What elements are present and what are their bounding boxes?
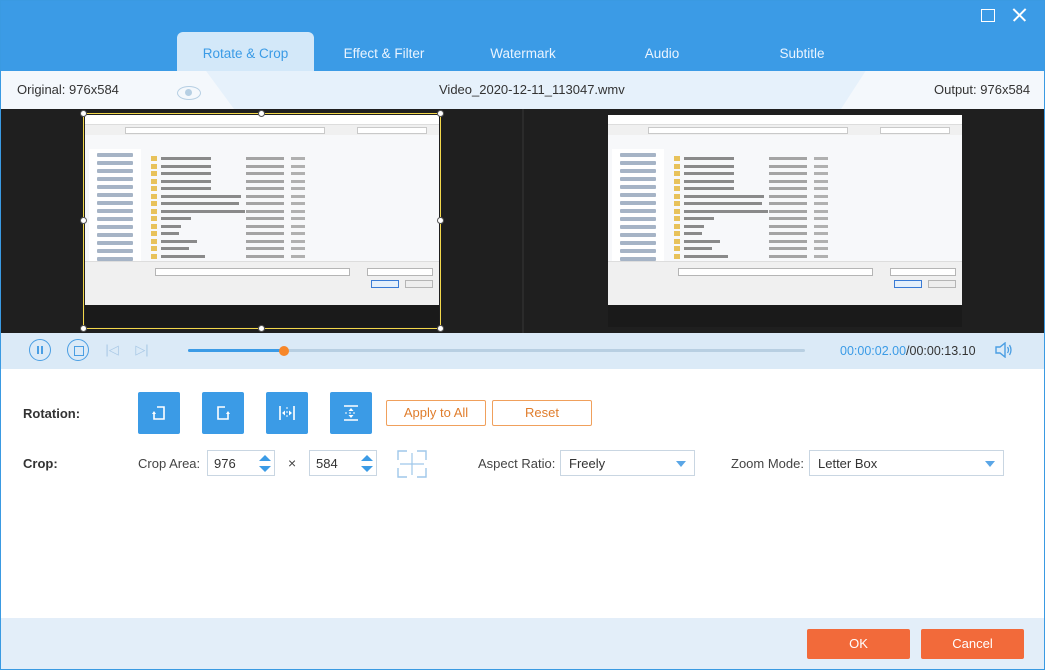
crop-handle[interactable] xyxy=(437,325,444,332)
original-size-label: Original: 976x584 xyxy=(17,82,119,97)
crop-handle[interactable] xyxy=(437,217,444,224)
crop-width-stepper[interactable]: 976 xyxy=(207,450,275,476)
tab-rotate-crop[interactable]: Rotate & Crop xyxy=(177,32,314,71)
pause-button[interactable] xyxy=(29,339,51,361)
zoom-mode-value: Letter Box xyxy=(818,456,878,471)
crop-label: Crop: xyxy=(23,456,58,471)
increment-icon[interactable] xyxy=(259,455,271,461)
flip-vertical-button[interactable] xyxy=(330,392,372,434)
stop-button[interactable] xyxy=(67,339,89,361)
decrement-icon[interactable] xyxy=(361,466,373,472)
aspect-ratio-value: Freely xyxy=(569,456,606,471)
cancel-button[interactable]: Cancel xyxy=(921,629,1024,659)
maximize-icon[interactable] xyxy=(977,5,999,25)
crop-height-value[interactable]: 584 xyxy=(316,456,338,471)
times-sign: × xyxy=(288,455,297,471)
header-bar: Rotate & Crop Effect & Filter Watermark … xyxy=(1,1,1044,71)
previous-frame-icon[interactable]: |◁ xyxy=(105,343,119,357)
apply-to-all-button[interactable]: Apply to All xyxy=(386,400,486,426)
output-size-label: Output: 976x584 xyxy=(934,82,1031,97)
flip-horizontal-button[interactable] xyxy=(266,392,308,434)
zoom-mode-label: Zoom Mode: xyxy=(731,456,804,471)
flip-horizontal-icon xyxy=(279,406,295,420)
increment-icon[interactable] xyxy=(361,455,373,461)
video-editor-window: Rotate & Crop Effect & Filter Watermark … xyxy=(0,0,1045,670)
ok-button[interactable]: OK xyxy=(807,629,910,659)
original-preview-pane xyxy=(1,109,522,333)
rotation-label: Rotation: xyxy=(23,406,81,421)
center-crop-icon[interactable] xyxy=(396,449,428,479)
chevron-down-icon xyxy=(676,461,686,467)
aspect-ratio-select[interactable]: Freely xyxy=(560,450,695,476)
crop-handle[interactable] xyxy=(80,217,87,224)
crop-handle[interactable] xyxy=(80,325,87,332)
playback-bar: |◁ ▷| 00:00:02.00/00:00:13.10 xyxy=(1,333,1044,369)
tab-watermark[interactable]: Watermark xyxy=(454,32,592,71)
crop-height-stepper[interactable]: 584 xyxy=(309,450,377,476)
volume-icon[interactable] xyxy=(995,342,1013,358)
tab-audio[interactable]: Audio xyxy=(592,32,732,71)
total-time: 00:00:13.10 xyxy=(909,344,976,358)
next-frame-icon[interactable]: ▷| xyxy=(135,343,149,357)
tab-effect-filter[interactable]: Effect & Filter xyxy=(314,32,454,71)
rotate-right-button[interactable] xyxy=(202,392,244,434)
crop-area-label: Crop Area: xyxy=(138,456,201,471)
flip-vertical-icon xyxy=(344,405,358,421)
crop-handle[interactable] xyxy=(80,110,87,117)
preview-info-bar: Original: 976x584 Video_2020-12-11_11304… xyxy=(1,71,1044,109)
rotate-right-icon xyxy=(217,406,230,420)
output-preview-pane xyxy=(524,109,1044,333)
rotate-left-button[interactable] xyxy=(138,392,180,434)
rotate-left-icon xyxy=(152,406,165,420)
crop-frame[interactable] xyxy=(83,113,441,329)
close-icon[interactable] xyxy=(1009,5,1031,25)
output-video-frame xyxy=(608,115,962,327)
crop-handle[interactable] xyxy=(258,110,265,117)
timeline-progress xyxy=(188,349,284,352)
zoom-mode-select[interactable]: Letter Box xyxy=(809,450,1004,476)
decrement-icon[interactable] xyxy=(259,466,271,472)
current-time: 00:00:02.00 xyxy=(840,344,907,358)
time-display: 00:00:02.00/00:00:13.10 xyxy=(840,344,976,358)
video-preview-area xyxy=(1,109,1044,333)
reset-button[interactable]: Reset xyxy=(492,400,592,426)
crop-handle[interactable] xyxy=(258,325,265,332)
timeline-knob[interactable] xyxy=(278,346,289,356)
video-filename: Video_2020-12-11_113047.wmv xyxy=(439,82,625,97)
crop-width-value[interactable]: 976 xyxy=(214,456,236,471)
timeline-track[interactable] xyxy=(188,346,805,356)
aspect-ratio-label: Aspect Ratio: xyxy=(478,456,556,471)
tab-subtitle[interactable]: Subtitle xyxy=(732,32,872,71)
chevron-down-icon xyxy=(985,461,995,467)
eye-icon[interactable] xyxy=(177,86,201,100)
crop-handle[interactable] xyxy=(437,110,444,117)
